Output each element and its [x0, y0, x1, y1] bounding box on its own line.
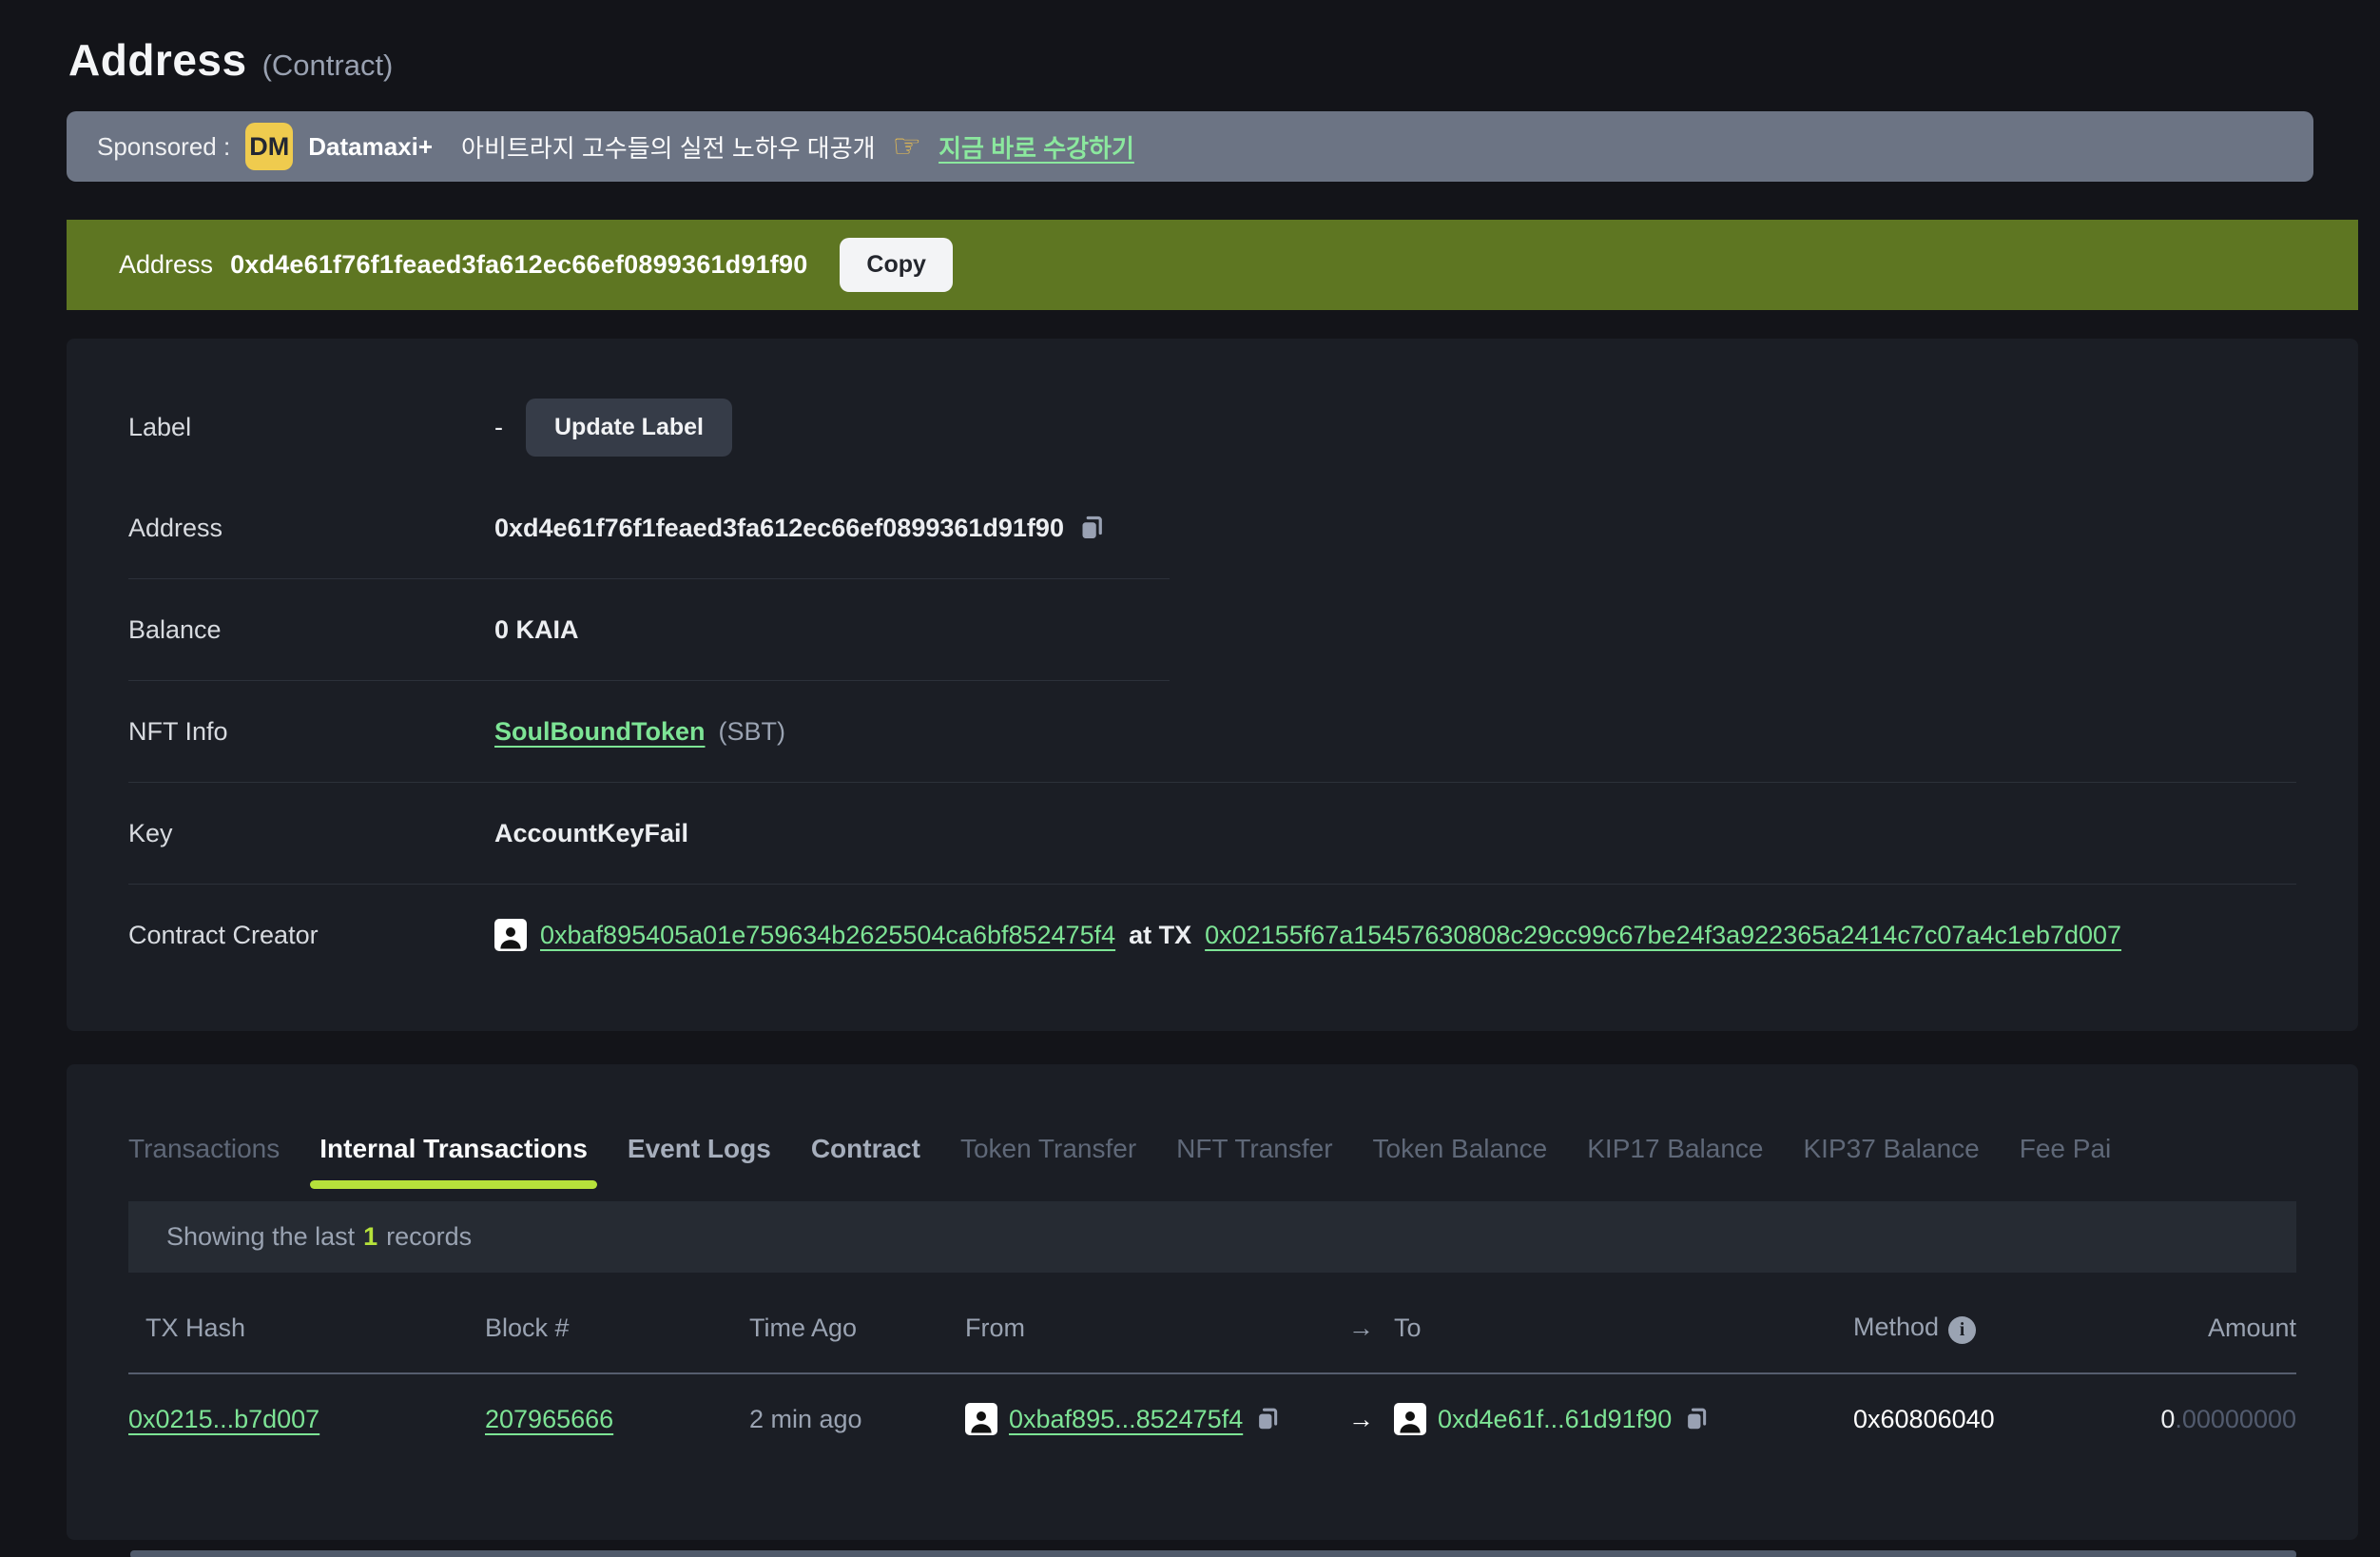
address-bar-value: 0xd4e61f76f1feaed3fa612ec66ef0899361d91f…: [230, 250, 807, 280]
copy-address-button[interactable]: Copy: [840, 238, 953, 292]
tab-kip37-balance[interactable]: KIP37 Balance: [1803, 1134, 1979, 1189]
address-page: Address (Contract) Sponsored : DM Datama…: [0, 0, 2380, 1540]
key-row-title: Key: [128, 819, 494, 848]
creator-address-link[interactable]: 0xbaf895405a01e759634b2625504ca6bf852475…: [540, 921, 1115, 950]
address-bar-label: Address: [119, 250, 213, 280]
cell-tx-hash: 0x0215...b7d007: [128, 1376, 485, 1463]
person-icon: [1394, 1403, 1426, 1435]
amount-decimals: .00000000: [2175, 1405, 2296, 1433]
label-value: -: [494, 413, 503, 442]
block-link[interactable]: 207965666: [485, 1405, 613, 1434]
address-highlight-bar: Address 0xd4e61f76f1feaed3fa612ec66ef089…: [67, 220, 2358, 310]
person-icon: [494, 919, 527, 951]
nft-info-row-title: NFT Info: [128, 717, 494, 747]
tab-fee-pai[interactable]: Fee Pai: [2020, 1134, 2112, 1189]
tab-kip17-balance[interactable]: KIP17 Balance: [1587, 1134, 1763, 1189]
sponsored-banner: Sponsored : DM Datamaxi+ 아비트라지 고수들의 실전 노…: [67, 111, 2313, 182]
address-value: 0xd4e61f76f1feaed3fa612ec66ef0899361d91f…: [494, 514, 1064, 543]
key-row: Key AccountKeyFail: [128, 783, 2296, 884]
address-row-title: Address: [128, 514, 494, 543]
header-time-ago[interactable]: Time Ago: [749, 1274, 965, 1372]
nft-token-link[interactable]: SoulBoundToken: [494, 717, 705, 747]
records-note-prefix: Showing the last: [166, 1222, 355, 1252]
page-header: Address (Contract): [67, 34, 2358, 86]
balance-value: 0 KAIA: [494, 615, 579, 645]
to-address: 0xd4e61f...61d91f90: [1438, 1405, 1672, 1434]
copy-icon[interactable]: [1254, 1406, 1281, 1432]
nft-info-row: NFT Info SoulBoundToken (SBT): [128, 681, 2296, 782]
header-to: To: [1394, 1274, 1853, 1372]
records-note-suffix: records: [386, 1222, 472, 1252]
records-note: Showing the last 1 records: [128, 1201, 2296, 1273]
sponsor-link[interactable]: 지금 바로 수강하기: [938, 129, 1134, 165]
tab-transactions[interactable]: Transactions: [128, 1134, 280, 1189]
tab-internal-transactions[interactable]: Internal Transactions: [319, 1134, 588, 1189]
cell-method: 0x60806040: [1853, 1376, 2106, 1463]
table-header-row: TX Hash Block # Time Ago From → To Metho…: [128, 1273, 2296, 1374]
label-row-title: Label: [128, 413, 494, 442]
tab-nft-transfer[interactable]: NFT Transfer: [1176, 1134, 1332, 1189]
datamaxi-logo: DM: [245, 123, 293, 170]
sponsor-brand: Datamaxi+: [308, 132, 433, 162]
tab-contract[interactable]: Contract: [811, 1134, 920, 1189]
records-count: 1: [363, 1222, 377, 1252]
sponsored-label: Sponsored :: [97, 132, 230, 162]
cell-to: 0xd4e61f...61d91f90: [1394, 1374, 1853, 1464]
tab-event-logs[interactable]: Event Logs: [628, 1134, 771, 1189]
creator-tx-link[interactable]: 0x02155f67a15457630808c29cc99c67be24f3a9…: [1205, 921, 2121, 950]
key-value: AccountKeyFail: [494, 819, 688, 848]
horizontal-scrollbar[interactable]: [130, 1550, 2296, 1557]
tab-token-balance[interactable]: Token Balance: [1373, 1134, 1548, 1189]
arrow-right-icon: →: [1348, 1274, 1394, 1372]
page-title: Address: [68, 34, 247, 86]
at-tx-label: at TX: [1129, 921, 1191, 950]
nft-token-type: (SBT): [718, 717, 785, 747]
page-subtitle: (Contract): [262, 49, 394, 83]
contract-creator-row: Contract Creator 0xbaf895405a01e759634b2…: [128, 885, 2296, 985]
tab-token-transfer[interactable]: Token Transfer: [960, 1134, 1136, 1189]
amount-integer: 0: [2160, 1405, 2175, 1433]
from-address-link[interactable]: 0xbaf895...852475f4: [1009, 1405, 1243, 1434]
cell-from: 0xbaf895...852475f4: [965, 1374, 1348, 1464]
internal-transactions-table: TX Hash Block # Time Ago From → To Metho…: [128, 1273, 2296, 1464]
label-row: Label - Update Label: [128, 377, 2296, 477]
header-from: From: [965, 1274, 1348, 1372]
person-icon: [965, 1403, 997, 1435]
header-amount: Amount: [2106, 1274, 2296, 1372]
copy-icon[interactable]: [1683, 1406, 1710, 1432]
address-row: Address 0xd4e61f76f1feaed3fa612ec66ef089…: [128, 477, 2296, 578]
table-row: 0x0215...b7d007 207965666 2 min ago 0xba…: [128, 1374, 2296, 1464]
transactions-card: Transactions Internal Transactions Event L…: [67, 1064, 2358, 1540]
info-icon[interactable]: i: [1948, 1316, 1976, 1344]
tx-hash-link[interactable]: 0x0215...b7d007: [128, 1405, 319, 1434]
balance-row: Balance 0 KAIA: [128, 579, 2296, 680]
contract-creator-row-title: Contract Creator: [128, 921, 494, 950]
update-label-button[interactable]: Update Label: [526, 399, 732, 457]
tabs: Transactions Internal Transactions Event L…: [128, 1134, 2296, 1189]
arrow-right-icon: →: [1348, 1376, 1394, 1463]
header-tx-hash: TX Hash: [128, 1274, 485, 1372]
sponsor-ad-text: 아비트라지 고수들의 실전 노하우 대공개: [461, 129, 876, 165]
cell-time-ago: 2 min ago: [749, 1376, 965, 1463]
copy-icon[interactable]: [1077, 514, 1106, 542]
header-block: Block #: [485, 1274, 749, 1372]
cell-block: 207965666: [485, 1376, 749, 1463]
cell-amount: 0.00000000: [2106, 1376, 2296, 1463]
address-info-card: Label - Update Label Address 0xd4e61f76f…: [67, 339, 2358, 1031]
header-method: Methodi: [1853, 1273, 2106, 1372]
balance-row-title: Balance: [128, 615, 494, 645]
